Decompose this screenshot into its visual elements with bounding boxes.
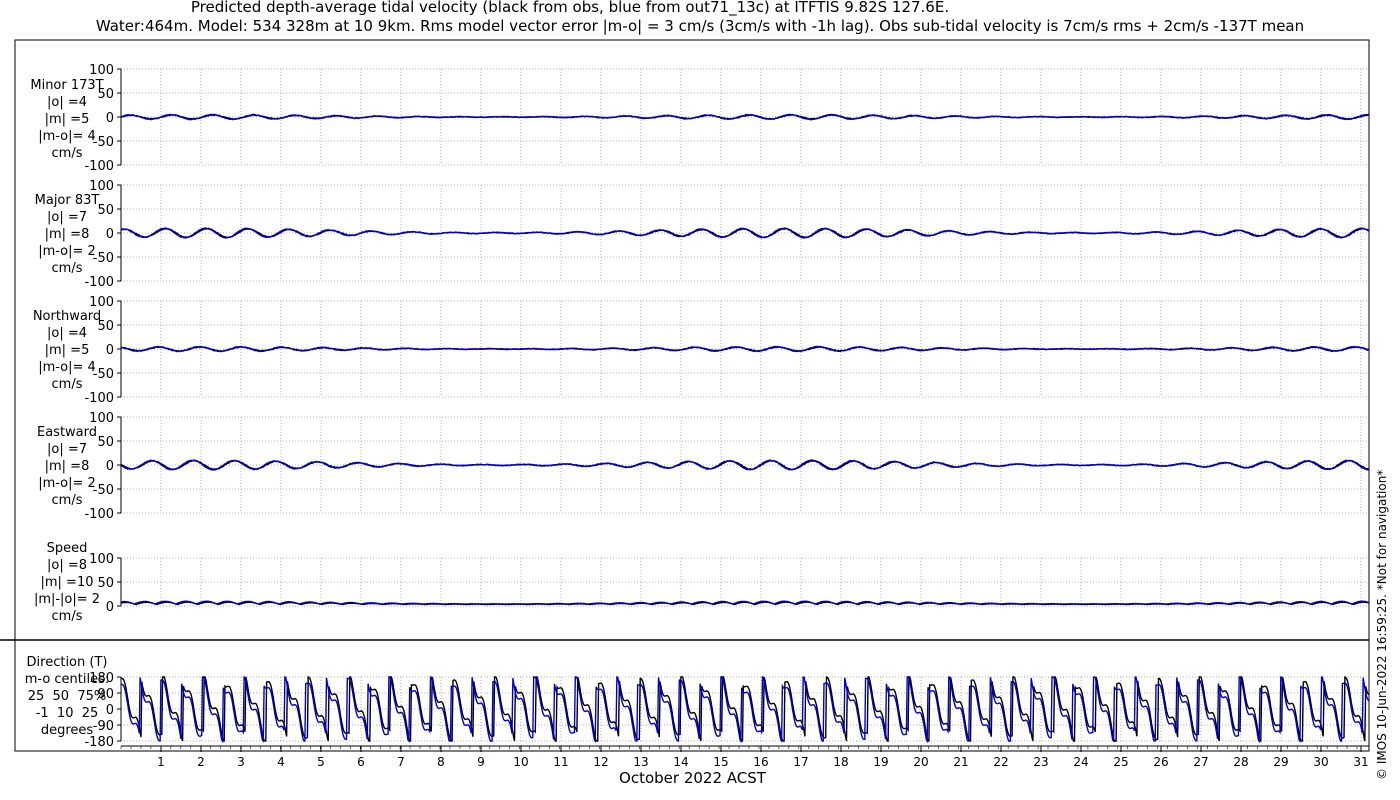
x-tick-label: 27 [1193,755,1208,769]
panel-label-line: |m|-|o|= 2 [33,591,101,607]
x-tick-label: 2 [197,755,205,769]
x-tick-label: 6 [357,755,365,769]
panel-label-north: Northward |o| =4 |m| =5 |m-o|= 4 cm/s [0,308,134,393]
panel-label-line: Eastward [36,424,98,440]
panel-label-line: |m-o|= 2 [38,243,96,259]
x-tick-label: 11 [553,755,568,769]
x-tick-label: 18 [833,755,848,769]
panel-label-line: |o| =4 [46,94,87,110]
figure-frame [14,39,1370,752]
panel-label-line: Northward [32,308,102,324]
panel-label-speed: Speed |o| =8 |m| =10 |m|-|o|= 2 cm/s [0,540,134,625]
x-tick-label: 17 [793,755,808,769]
x-tick-label: 7 [397,755,405,769]
panel-label-line: cm/s [51,260,83,276]
x-tick-label: 13 [633,755,648,769]
panel-label-line: |m-o|= 4 [38,128,96,144]
x-tick-label: 9 [477,755,485,769]
x-tick-label: 16 [753,755,768,769]
x-tick-label: 20 [913,755,928,769]
x-tick-label: 8 [437,755,445,769]
panel-label-line: degrees [40,722,94,738]
panel-label-direction: Direction (T) m-o centiles: 25 50 75% -1 10… [0,654,134,739]
x-tick-label: 1 [157,755,165,769]
x-tick-label: 10 [513,755,528,769]
x-tick-label: 25 [1113,755,1128,769]
x-tick-label: 12 [593,755,608,769]
panel-label-major: Major 83T |o| =7 |m| =8 |m-o|= 2 cm/s [0,192,134,277]
panel-label-line: Direction (T) [26,654,108,670]
panel-label-line: 25 50 75% [27,688,107,704]
panel-label-line: |m| =5 [44,342,90,358]
panel-label-line: |m| =10 [40,574,94,590]
panel-label-line: |m| =8 [44,226,90,242]
x-tick-label: 15 [713,755,728,769]
panel-label-line: Speed [46,540,88,556]
x-tick-label: 22 [993,755,1008,769]
x-tick-label: 23 [1033,755,1048,769]
panel-label-line: |m-o|= 2 [38,475,96,491]
panel-label-line: Minor 173T [30,77,104,93]
y-tick-label: -100 [84,391,114,406]
x-tick-label: 30 [1313,755,1328,769]
x-tick-label: 19 [873,755,888,769]
panel-label-line: |m| =5 [44,111,90,127]
panel-label-line: cm/s [51,608,83,624]
x-tick-label: 14 [673,755,688,769]
x-tick-label: 31 [1353,755,1368,769]
panel-label-line: |o| =8 [46,557,87,573]
panel-label-line: |m| =8 [44,458,90,474]
y-tick-label: -100 [84,275,114,290]
panel-label-line: -1 10 25 [35,705,99,721]
panel-label-line: cm/s [51,376,83,392]
x-tick-label: 4 [277,755,285,769]
panel-label-minor: Minor 173T |o| =4 |m| =5 |m-o|= 4 cm/s [0,77,134,162]
x-tick-label: 26 [1153,755,1168,769]
tidal-velocity-figure: 100500-50-100100500-50-100100500-50-1001… [0,39,1370,769]
x-tick-label: 3 [237,755,245,769]
panel-label-east: Eastward |o| =7 |m| =8 |m-o|= 2 cm/s [0,424,134,509]
y-tick-label: -100 [84,507,114,522]
credit-note: © IMOS 10-Jun-2022 16:59:25. *Not for na… [1375,469,1389,780]
panel-label-line: |o| =7 [46,441,87,457]
x-tick-label: 28 [1233,755,1248,769]
panel-label-line: Major 83T [34,192,100,208]
panel-label-line: |m-o|= 4 [38,359,96,375]
x-tick-label: 21 [953,755,968,769]
x-tick-label: 5 [317,755,325,769]
x-tick-label: 29 [1273,755,1288,769]
x-axis-title: October 2022 ACST [619,769,766,787]
panel-label-line: cm/s [51,492,83,508]
x-tick-label: 24 [1073,755,1088,769]
panel-label-line: |o| =4 [46,325,87,341]
panel-label-line: |o| =7 [46,209,87,225]
panel-label-line: cm/s [51,145,83,161]
northward-model-line [121,345,1370,353]
panel-label-line: m-o centiles: [24,671,110,687]
